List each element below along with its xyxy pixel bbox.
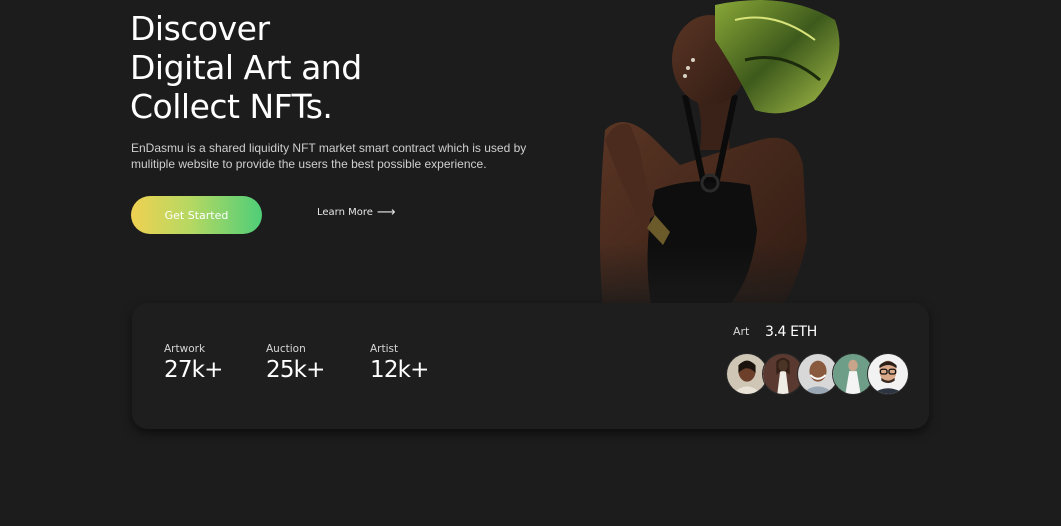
hero-description-line-2: mulitiple website to provide the users t… xyxy=(131,157,487,171)
stat-value: 25k+ xyxy=(266,357,325,383)
stat-label: Auction xyxy=(266,343,306,355)
hero-description-line-1: EnDasmu is a shared liquidity NFT market… xyxy=(131,141,527,155)
arrow-right-icon: ⟶ xyxy=(376,204,396,220)
stats-card: Artwork 27k+ Auction 25k+ Artist 12k+ Ar… xyxy=(132,303,929,429)
hero-description: EnDasmu is a shared liquidity NFT market… xyxy=(131,140,531,172)
hero-title-line-1: Discover xyxy=(130,9,270,48)
art-price: 3.4 ETH xyxy=(765,324,817,340)
stat-auction: Auction 25k+ xyxy=(266,343,325,383)
stat-artwork: Artwork 27k+ xyxy=(164,343,223,383)
avatar-group xyxy=(726,353,916,395)
avatar-5[interactable] xyxy=(867,353,909,395)
learn-more-label: Learn More xyxy=(317,207,373,218)
get-started-button[interactable]: Get Started xyxy=(131,196,262,234)
learn-more-link[interactable]: Learn More ⟶ xyxy=(317,204,396,220)
hero-title-line-2: Digital Art and xyxy=(130,48,362,87)
stat-label: Artwork xyxy=(164,343,206,355)
stat-value: 27k+ xyxy=(164,357,223,383)
stat-value: 12k+ xyxy=(370,357,429,383)
stat-artist: Artist 12k+ xyxy=(370,343,429,383)
hero-image xyxy=(585,0,855,325)
hero-title-line-3: Collect NFTs. xyxy=(130,87,333,126)
stat-label: Artist xyxy=(370,343,399,355)
art-label: Art xyxy=(733,325,750,338)
hero-title: Discover Digital Art and Collect NFTs. xyxy=(130,9,362,126)
